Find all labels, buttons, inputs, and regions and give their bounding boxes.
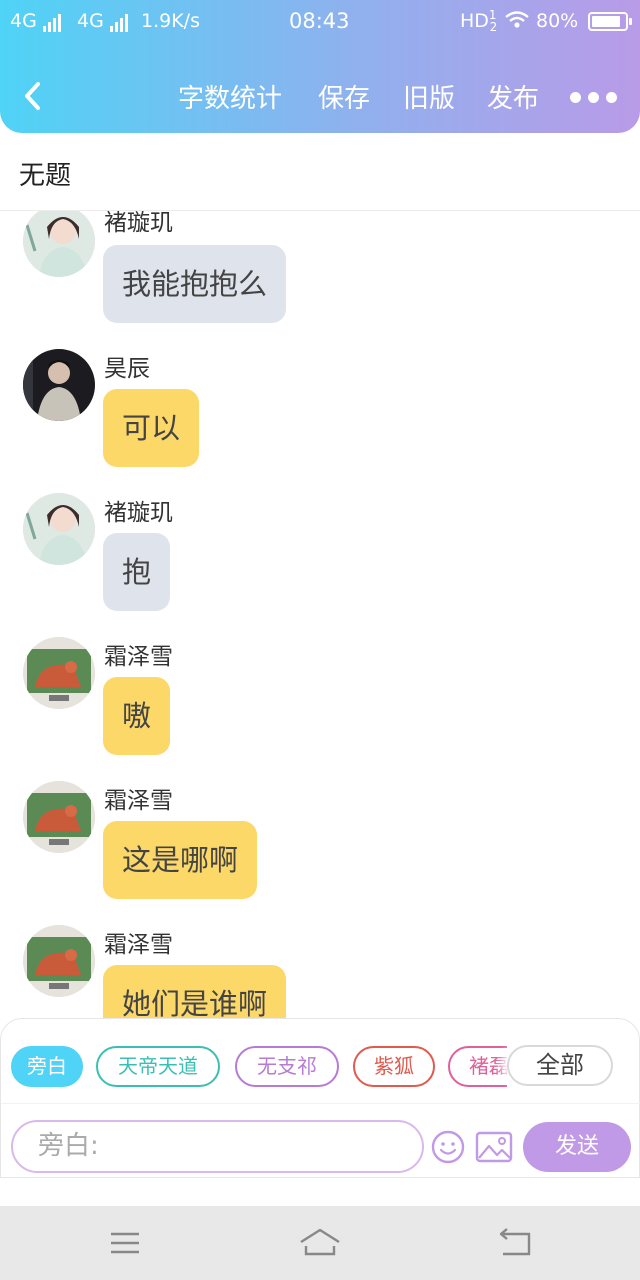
clock: 08:43 xyxy=(289,9,350,33)
more-dots-icon xyxy=(570,88,617,107)
status-bar: 4G 4G 1.9K/s 08:43 HD12 80% xyxy=(0,0,640,44)
avatar[interactable] xyxy=(23,349,95,421)
role-chip[interactable]: 紫狐 xyxy=(353,1046,435,1087)
system-navigation-bar xyxy=(0,1206,640,1280)
back-nav-button[interactable] xyxy=(493,1226,537,1260)
avatar[interactable] xyxy=(23,781,95,853)
network-indicator-2: 4G xyxy=(77,10,130,32)
send-button[interactable]: 发送 xyxy=(523,1122,631,1172)
image-icon xyxy=(475,1131,513,1163)
menu-icon xyxy=(111,1232,139,1254)
sender-name: 褚璇玑 xyxy=(104,500,173,526)
composer-panel: 旁白 天帝天道 无支祁 紫狐 褚磊 全部 旁白: 发送 xyxy=(0,1018,640,1178)
role-chip[interactable]: 无支祁 xyxy=(235,1046,339,1087)
signal-icon xyxy=(109,10,130,32)
network-indicator-1: 4G xyxy=(10,10,63,32)
avatar[interactable] xyxy=(23,637,95,709)
avatar[interactable] xyxy=(23,925,95,997)
image-button[interactable] xyxy=(475,1131,513,1163)
battery-icon xyxy=(588,12,632,31)
hd-indicator: HD12 xyxy=(460,8,498,34)
top-bar: 4G 4G 1.9K/s 08:43 HD12 80% 字数统计 保存 旧版 发… xyxy=(0,0,640,133)
home-icon xyxy=(300,1228,340,1256)
message-input[interactable]: 旁白: xyxy=(11,1120,424,1173)
message-bubble[interactable]: 她们是谁啊 xyxy=(103,965,287,1019)
role-chip[interactable]: 褚磊 xyxy=(448,1046,507,1087)
chat-message: 霜泽雪 嗷 xyxy=(0,637,640,781)
chat-message: 褚璇玑 我能抱抱么 xyxy=(0,211,640,349)
message-bubble[interactable]: 抱 xyxy=(103,533,171,611)
sender-name: 霜泽雪 xyxy=(104,932,173,958)
chat-message: 霜泽雪 这是哪啊 xyxy=(0,781,640,925)
signal-icon xyxy=(42,10,63,32)
chat-message: 霜泽雪 她们是谁啊 xyxy=(0,925,640,1019)
message-bubble[interactable]: 嗷 xyxy=(103,677,171,755)
sender-name: 霜泽雪 xyxy=(104,644,173,670)
save-button[interactable]: 保存 xyxy=(318,78,370,115)
avatar[interactable] xyxy=(23,211,95,277)
message-bubble[interactable]: 可以 xyxy=(103,389,200,467)
more-button[interactable] xyxy=(570,88,624,104)
sender-name: 霜泽雪 xyxy=(104,788,173,814)
back-button[interactable] xyxy=(18,78,48,114)
battery-percent: 80% xyxy=(536,10,579,32)
divider xyxy=(1,1103,640,1104)
sender-name: 褚璇玑 xyxy=(104,211,173,236)
role-chip-list[interactable]: 旁白 天帝天道 无支祁 紫狐 褚磊 xyxy=(11,1046,507,1088)
emoji-button[interactable] xyxy=(430,1129,466,1165)
document-title[interactable]: 无题 xyxy=(19,155,71,192)
smiley-icon xyxy=(431,1130,465,1164)
avatar[interactable] xyxy=(23,493,95,565)
old-version-button[interactable]: 旧版 xyxy=(403,78,455,115)
home-button[interactable] xyxy=(298,1226,342,1260)
sender-name: 昊辰 xyxy=(104,356,150,382)
role-chip-narrator[interactable]: 旁白 xyxy=(11,1046,83,1087)
role-chip[interactable]: 天帝天道 xyxy=(96,1046,220,1087)
chat-list[interactable]: 褚璇玑 我能抱抱么 昊辰 可以 褚璇玑 抱 霜泽雪 嗷 霜泽雪 这是哪啊 霜泽雪… xyxy=(0,211,640,1019)
message-bubble[interactable]: 我能抱抱么 xyxy=(103,245,287,323)
message-bubble[interactable]: 这是哪啊 xyxy=(103,821,258,899)
chat-message: 昊辰 可以 xyxy=(0,349,640,493)
all-roles-button[interactable]: 全部 xyxy=(507,1045,613,1086)
publish-button[interactable]: 发布 xyxy=(487,78,539,115)
network-speed: 1.9K/s xyxy=(141,10,200,32)
chevron-left-icon xyxy=(25,82,40,110)
back-arrow-icon xyxy=(499,1228,531,1256)
wifi-icon xyxy=(504,8,530,35)
chat-message: 褚璇玑 抱 xyxy=(0,493,640,637)
word-count-button[interactable]: 字数统计 xyxy=(178,78,282,115)
menu-button[interactable] xyxy=(103,1226,147,1260)
